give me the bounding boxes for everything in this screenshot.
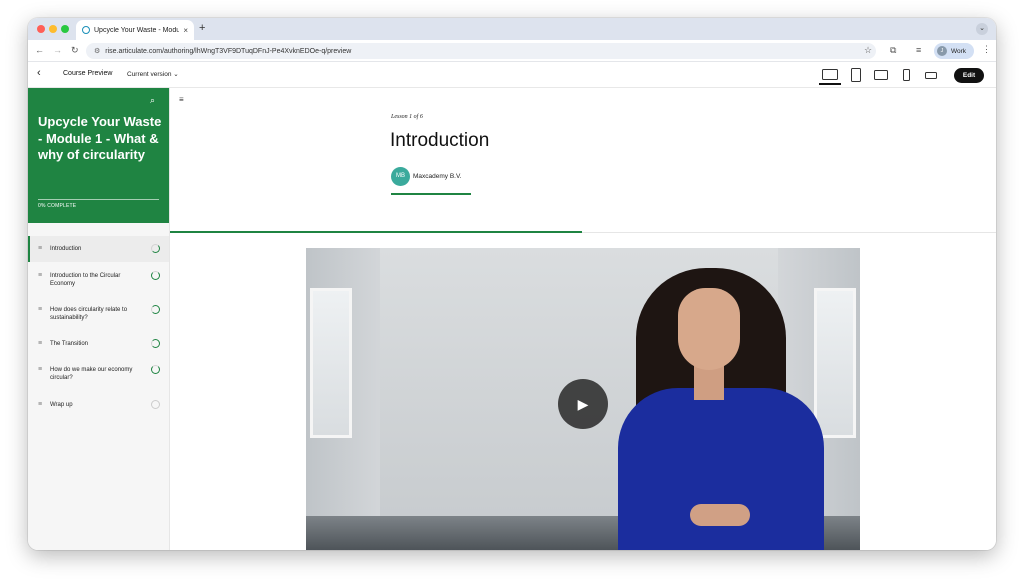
lesson-menu-icon: ≡	[38, 306, 43, 313]
lesson-progress-bar	[170, 231, 582, 233]
tablet-portrait-preview-icon[interactable]	[851, 68, 861, 82]
tab-bar: Upcycle Your Waste - Module 1 - What & w…	[28, 18, 996, 40]
edit-button[interactable]: Edit	[954, 68, 984, 83]
active-device-indicator	[819, 83, 841, 85]
reload-icon[interactable]: ↻	[71, 45, 79, 56]
course-sidebar: ⌕ Upcycle Your Waste - Module 1 - What &…	[28, 88, 170, 550]
address-bar: ← → ↻ ⚙ rise.articulate.com/authoring/lh…	[28, 40, 996, 62]
desktop-preview-icon[interactable]	[822, 69, 838, 80]
version-dropdown[interactable]: Current version ⌄	[127, 70, 179, 78]
course-title: Upcycle Your Waste - Module 1 - What & w…	[38, 114, 162, 162]
presenter-hands	[690, 504, 750, 526]
lesson-menu-icon: ≡	[38, 272, 43, 279]
lesson-menu-icon: ≡	[38, 401, 43, 408]
close-tab-icon[interactable]: ×	[183, 26, 188, 35]
new-tab-button[interactable]: +	[199, 22, 205, 34]
reading-list-icon[interactable]: ≡	[916, 45, 921, 55]
lesson-content: ≡ Lesson 1 of 6 Introduction MB Maxcadem…	[170, 88, 996, 550]
browser-tab[interactable]: Upcycle Your Waste - Module 1 - What & w…	[76, 20, 194, 40]
app-header: ‹ Course Preview Current version ⌄ Edit	[28, 62, 996, 88]
forward-arrow-icon[interactable]: →	[53, 45, 62, 55]
browser-menu-icon[interactable]: ⋮	[982, 44, 991, 55]
lesson-menu-icon: ≡	[38, 245, 43, 252]
progress-ring-icon	[151, 271, 160, 280]
author-underline	[391, 193, 471, 195]
progress-ring-icon	[151, 244, 160, 253]
author-name: Maxcademy B.V.	[413, 173, 462, 180]
progress-ring-icon	[151, 339, 160, 348]
video-player[interactable]: ▶	[306, 248, 860, 550]
tab-title: Upcycle Your Waste - Module 1 - What & w…	[94, 26, 180, 34]
video-scene-window	[310, 288, 352, 438]
menu-icon[interactable]: ≡	[179, 95, 184, 104]
profile-avatar: J	[937, 46, 947, 56]
lesson-title: Introduction	[390, 130, 490, 151]
chevron-down-icon: ⌄	[173, 71, 179, 78]
progress-ring-icon	[151, 305, 160, 314]
sidebar-item-label: Introduction	[50, 246, 82, 252]
url-text: rise.articulate.com/authoring/lhWngT3VF9…	[105, 47, 352, 55]
play-button[interactable]: ▶	[558, 379, 608, 429]
sidebar-item-label: How does circularity relate to sustainab…	[50, 307, 128, 321]
back-arrow-icon[interactable]: ←	[35, 45, 44, 55]
sidebar-item-label: How do we make our economy circular?	[50, 367, 133, 381]
sidebar-item-wrap-up[interactable]: ≡ Wrap up	[28, 400, 169, 417]
video-scene-window	[814, 288, 856, 438]
search-icon[interactable]: ⌕	[150, 95, 155, 106]
tab-search-chevron-icon[interactable]: ⌄	[976, 23, 988, 35]
phone-landscape-preview-icon[interactable]	[925, 72, 937, 79]
sidebar-item-introduction[interactable]: ≡ Introduction	[28, 236, 169, 262]
lesson-menu-icon: ≡	[38, 366, 43, 373]
version-label: Current version	[127, 71, 172, 78]
progress-ring-icon	[151, 400, 160, 409]
back-chevron-icon[interactable]: ‹	[37, 67, 41, 79]
course-preview-title: Course Preview	[63, 70, 113, 77]
sidebar-item-label: The Transition	[50, 341, 89, 347]
progress-bar	[38, 199, 159, 200]
tablet-landscape-preview-icon[interactable]	[874, 70, 888, 80]
close-window-button[interactable]	[37, 25, 45, 33]
sidebar-item-make-circular[interactable]: ≡ How do we make our economy circular?	[28, 365, 169, 390]
sidebar-item-label: Introduction to the Circular Economy	[50, 273, 121, 287]
profile-button[interactable]: J Work	[934, 43, 974, 59]
bookmark-star-icon[interactable]: ☆	[864, 45, 872, 56]
play-icon: ▶	[577, 396, 589, 412]
author-avatar: MB	[391, 167, 410, 186]
site-settings-icon[interactable]: ⚙	[94, 47, 100, 55]
extensions-puzzle-icon[interactable]: ⧉	[890, 45, 896, 56]
sidebar-item-circular-economy[interactable]: ≡ Introduction to the Circular Economy	[28, 271, 169, 296]
phone-portrait-preview-icon[interactable]	[903, 69, 910, 81]
sidebar-item-transition[interactable]: ≡ The Transition	[28, 339, 169, 356]
sidebar-item-label: Wrap up	[50, 402, 73, 408]
minimize-window-button[interactable]	[49, 25, 57, 33]
maximize-window-button[interactable]	[61, 25, 69, 33]
browser-window: Upcycle Your Waste - Module 1 - What & w…	[28, 18, 996, 550]
lesson-count: Lesson 1 of 6	[391, 114, 423, 120]
presenter-face	[678, 288, 740, 370]
url-bar[interactable]: ⚙ rise.articulate.com/authoring/lhWngT3V…	[86, 43, 876, 59]
lesson-menu-icon: ≡	[38, 340, 43, 347]
profile-name: Work	[951, 47, 967, 55]
progress-ring-icon	[151, 365, 160, 374]
site-favicon-icon	[82, 26, 90, 34]
sidebar-item-sustainability[interactable]: ≡ How does circularity relate to sustain…	[28, 305, 169, 330]
progress-label: 0% COMPLETE	[38, 203, 77, 209]
course-header: ⌕ Upcycle Your Waste - Module 1 - What &…	[28, 88, 169, 223]
